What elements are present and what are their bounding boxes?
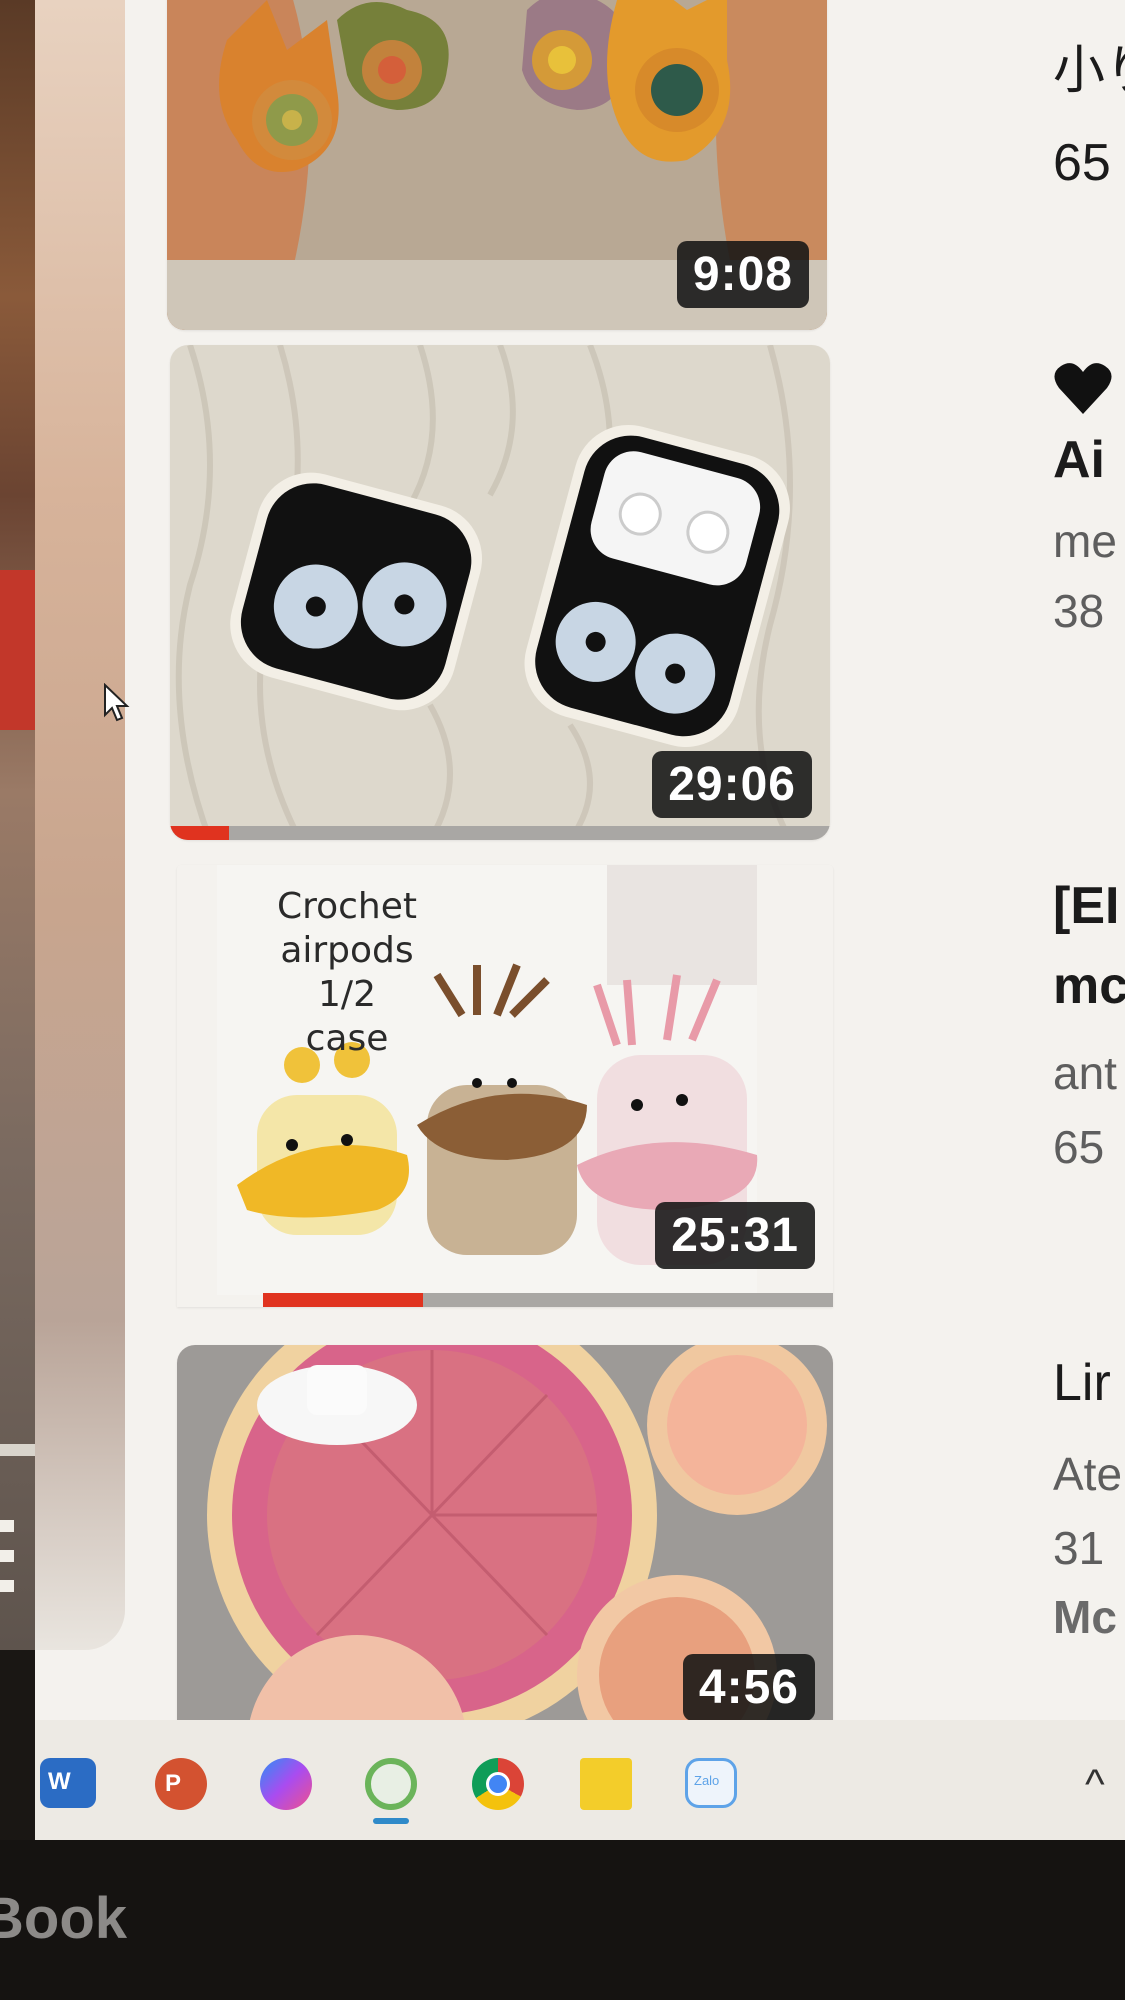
word-icon[interactable]: W — [40, 1758, 96, 1808]
watch-progress-bar — [170, 826, 830, 840]
video-title[interactable]: Ai — [1053, 429, 1117, 491]
laptop-brand: Book — [0, 1886, 127, 1951]
video-stats: 65 — [1053, 134, 1111, 192]
zalo-icon[interactable]: Zalo — [685, 1758, 737, 1808]
heart-icon — [1054, 363, 1112, 414]
windows-taskbar: W P Zalo ^ — [35, 1720, 1125, 1840]
powerpoint-icon[interactable]: P — [155, 1758, 207, 1810]
zalo-label: Zalo — [694, 1773, 720, 1788]
video-meta: Ai me 38 — [1053, 360, 1117, 639]
sticky-notes-icon[interactable] — [580, 1758, 632, 1810]
video-meta: [EI mc ant 65 — [1053, 875, 1125, 1175]
tray-chevron-icon[interactable]: ^ — [1085, 1760, 1105, 1808]
chrome-icon[interactable] — [472, 1758, 524, 1810]
video-duration: 25:31 — [655, 1202, 815, 1269]
video-stats: 31 — [1053, 1522, 1105, 1574]
caption-line: airpods 1/2 — [280, 930, 414, 1015]
screen: 9:08 小り 65 — [35, 0, 1125, 1840]
video-title[interactable]: Lir — [1053, 1352, 1122, 1414]
video-thumbnail[interactable]: 29:06 — [170, 345, 830, 840]
kaspersky-icon[interactable] — [365, 1758, 417, 1810]
channel-name[interactable]: me — [1053, 513, 1117, 569]
mouse-cursor-icon — [104, 683, 130, 722]
thumbnail-caption: Crochet airpods 1/2 case — [247, 885, 447, 1061]
channel-name[interactable]: Ate — [1053, 1446, 1122, 1502]
video-meta: Lir Ate 31 Mc — [1053, 1352, 1122, 1644]
video-thumbnail[interactable]: Crochet airpods 1/2 case 25:31 — [177, 865, 833, 1307]
watch-progress-bar — [263, 1293, 833, 1307]
video-stats: 65 — [1053, 1121, 1105, 1173]
video-duration: 4:56 — [682, 1654, 815, 1721]
video-stats: 38 — [1053, 585, 1105, 637]
caption-line: case — [305, 1018, 389, 1059]
active-app-indicator — [373, 1818, 409, 1824]
messenger-icon[interactable] — [260, 1758, 312, 1810]
video-duration: 9:08 — [676, 241, 809, 308]
laptop-bezel-bottom — [0, 1840, 1125, 2000]
previous-panel — [35, 0, 125, 1650]
video-title[interactable]: [EI — [1053, 875, 1125, 937]
caption-line: Crochet — [276, 886, 418, 927]
frame-glyph — [0, 1520, 14, 1600]
video-title[interactable]: 小り — [1053, 40, 1125, 102]
video-thumbnail[interactable]: 9:08 — [167, 0, 827, 330]
video-duration: 29:06 — [652, 751, 812, 818]
watch-progress-fill — [263, 1293, 423, 1307]
word-letter: W — [48, 1768, 71, 1795]
video-thumbnail[interactable]: 4:56 — [177, 1345, 833, 1725]
video-meta: 小り 65 — [1053, 40, 1125, 194]
more-link[interactable]: Mc — [1053, 1590, 1122, 1644]
channel-name[interactable]: ant — [1053, 1045, 1125, 1101]
powerpoint-letter: P — [165, 1770, 182, 1797]
watch-progress-fill — [170, 826, 230, 840]
video-title-line2[interactable]: mc — [1053, 955, 1125, 1017]
chrome-center — [486, 1772, 510, 1796]
